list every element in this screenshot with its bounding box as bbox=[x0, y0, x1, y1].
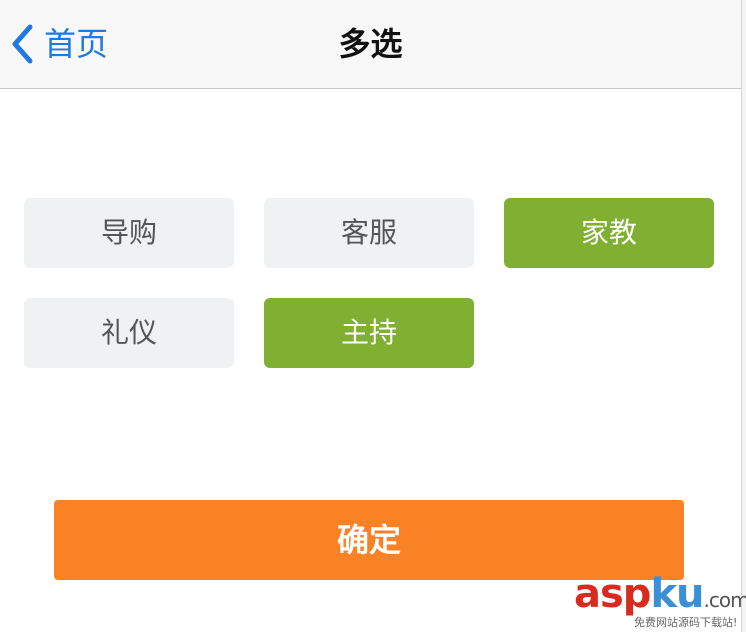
option-jiajiao[interactable]: 家教 bbox=[504, 198, 714, 268]
option-kefu[interactable]: 客服 bbox=[264, 198, 474, 268]
watermark-logo: aspku.com 免费网站源码下载站! bbox=[574, 571, 746, 630]
confirm-button[interactable]: 确定 bbox=[54, 500, 684, 580]
watermark-subtitle: 免费网站源码下载站! bbox=[634, 616, 738, 629]
watermark-ku: ku bbox=[650, 571, 704, 617]
navigation-bar: 首页 多选 bbox=[0, 0, 741, 89]
watermark-asp: asp bbox=[574, 571, 651, 617]
page-title: 多选 bbox=[338, 25, 403, 63]
watermark-com: .com bbox=[703, 588, 746, 612]
option-liyi[interactable]: 礼仪 bbox=[24, 298, 234, 368]
option-zhuchi[interactable]: 主持 bbox=[264, 298, 474, 368]
right-edge-strip bbox=[741, 0, 746, 632]
option-daogou[interactable]: 导购 bbox=[24, 198, 234, 268]
